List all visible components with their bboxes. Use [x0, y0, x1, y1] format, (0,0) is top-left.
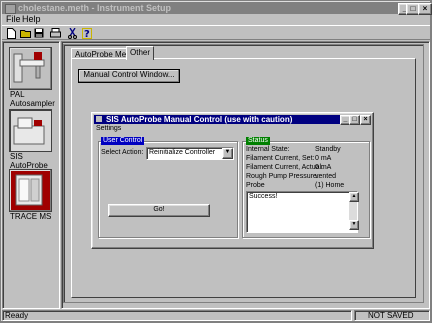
- instrument-panel: PAL Autosampler SIS AutoProbe TRACE MS: [2, 41, 60, 309]
- select-action-label: Select Action:: [101, 149, 144, 156]
- help-icon[interactable]: ?: [80, 27, 93, 39]
- go-button[interactable]: Go!: [108, 204, 210, 217]
- tab-other[interactable]: Other: [126, 46, 155, 60]
- status-row-name: Internal State:: [246, 146, 290, 153]
- pal-autosampler-image: [9, 47, 52, 90]
- dialog-close-button[interactable]: ×: [360, 115, 371, 125]
- trace-ms-image: [9, 169, 52, 212]
- pal-label-line1: PAL: [10, 90, 25, 99]
- status-row-name: Probe: [246, 182, 265, 189]
- statusbar-right: NOT SAVED: [354, 310, 430, 321]
- status-row-value: 0 mA: [315, 155, 332, 162]
- status-row-value: vented: [315, 173, 337, 180]
- toolbar: ?: [2, 25, 430, 40]
- status-row-value: 0 mA: [315, 164, 332, 171]
- window-title: cholestane.meth - Instrument Setup: [18, 3, 172, 13]
- instrument-sis-autoprobe[interactable]: SIS AutoProbe: [6, 109, 58, 170]
- select-action-value: Reinitialize Controller: [149, 149, 216, 156]
- save-status: NOT SAVED: [368, 311, 414, 320]
- status-row-value: Standby: [315, 146, 341, 153]
- new-icon[interactable]: [5, 27, 18, 39]
- app-icon: [5, 4, 16, 14]
- dialog-menu-settings[interactable]: Settings: [96, 125, 121, 132]
- menu-help[interactable]: Help: [22, 14, 41, 24]
- pal-label-line2: Autosampler: [10, 99, 55, 108]
- status-log-textarea[interactable]: Success! ▲ ▼: [246, 191, 359, 233]
- manual-control-window-button[interactable]: Manual Control Window...: [78, 69, 180, 83]
- statusbar-left: Ready: [2, 310, 352, 321]
- status-row-name: Filament Current, Set:: [246, 155, 315, 162]
- menu-file[interactable]: File: [6, 14, 21, 24]
- instrument-pal-autosampler[interactable]: PAL Autosampler: [6, 47, 58, 108]
- sis-autoprobe-label: SIS AutoProbe: [10, 152, 48, 170]
- title-bar[interactable]: cholestane.meth - Instrument Setup _ □ ×: [2, 2, 432, 15]
- dialog-title: SIS AutoProbe Manual Control (use with c…: [106, 115, 293, 124]
- status-label: Status: [246, 137, 270, 145]
- scroll-up-icon[interactable]: ▲: [349, 192, 359, 202]
- status-row-name: Filament Current, Actual:: [246, 164, 324, 171]
- status-row-value: (1) Home: [315, 182, 345, 189]
- scroll-down-icon[interactable]: ▼: [349, 220, 359, 230]
- chevron-down-icon[interactable]: ▼: [222, 148, 233, 159]
- dialog-maximize-button[interactable]: □: [349, 115, 360, 125]
- status-row-name: Rough Pump Pressure:: [246, 173, 319, 180]
- dialog-title-bar[interactable]: SIS AutoProbe Manual Control (use with c…: [94, 115, 371, 125]
- status-text: Ready: [5, 311, 29, 320]
- print-icon[interactable]: [49, 27, 62, 39]
- dialog-app-icon: [96, 116, 102, 122]
- select-action-dropdown[interactable]: Reinitialize Controller ▼: [146, 147, 234, 160]
- svg-text:?: ?: [84, 29, 90, 39]
- trace-ms-label: TRACE MS: [10, 212, 52, 221]
- open-icon[interactable]: [19, 27, 32, 39]
- cut-icon[interactable]: [66, 27, 79, 39]
- sis-autoprobe-image: [9, 109, 52, 152]
- instrument-trace-ms[interactable]: TRACE MS: [6, 169, 58, 221]
- save-icon[interactable]: [32, 27, 45, 39]
- log-scrollbar[interactable]: ▲ ▼: [349, 192, 359, 230]
- status-log-text: Success!: [249, 193, 278, 200]
- menu-bar: File Help: [2, 14, 430, 24]
- user-control-label: User Control: [101, 137, 145, 145]
